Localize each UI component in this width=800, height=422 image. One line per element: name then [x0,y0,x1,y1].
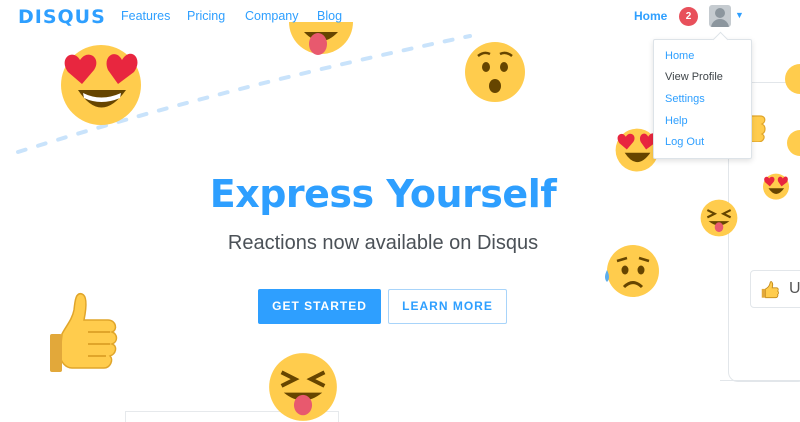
avatar[interactable] [709,5,731,27]
emoji-partial-edge [787,130,800,156]
learn-more-button[interactable]: LEARN MORE [388,289,507,324]
nav-link-company[interactable]: Company [245,9,299,23]
heart-eyes-emoji [61,45,141,125]
squint-tongue-emoji [269,353,337,421]
dropdown-item-log-out[interactable]: Log Out [665,136,704,148]
reaction-button-preview: U [750,270,800,308]
dropdown-item-home[interactable]: Home [665,50,694,62]
get-started-button[interactable]: GET STARTED [258,289,381,324]
chevron-down-icon[interactable]: ▼ [735,10,744,20]
thumbs-up-emoji [50,292,118,372]
nav-link-pricing[interactable]: Pricing [187,9,225,23]
device-base [720,380,800,422]
avatar-head [715,8,725,18]
dropdown-item-settings[interactable]: Settings [665,93,705,105]
disqus-logo[interactable]: DISQUS [18,6,106,28]
nav-home-link[interactable]: Home [634,9,667,23]
dropdown-item-view-profile[interactable]: View Profile [665,71,723,83]
thumbs-up-icon [761,281,779,299]
avatar-body [711,19,729,27]
heart-eyes-tiny-emoji [762,173,790,200]
emoji-partial-top-edge [785,64,800,94]
hero-subtitle: Reactions now available on Disqus [227,232,539,254]
nav-link-features[interactable]: Features [121,9,170,23]
user-dropdown-menu: Home View Profile Settings Help Log Out [653,39,752,159]
notification-badge[interactable]: 2 [679,7,698,26]
hero-title: Express Yourself [209,172,557,216]
nav-link-blog[interactable]: Blog [317,9,342,23]
surprised-face-emoji [465,42,525,102]
dropdown-item-help[interactable]: Help [665,115,688,127]
reaction-button-text: U [789,280,800,297]
top-nav: DISQUS Features Pricing Company Blog Hom… [0,0,800,34]
